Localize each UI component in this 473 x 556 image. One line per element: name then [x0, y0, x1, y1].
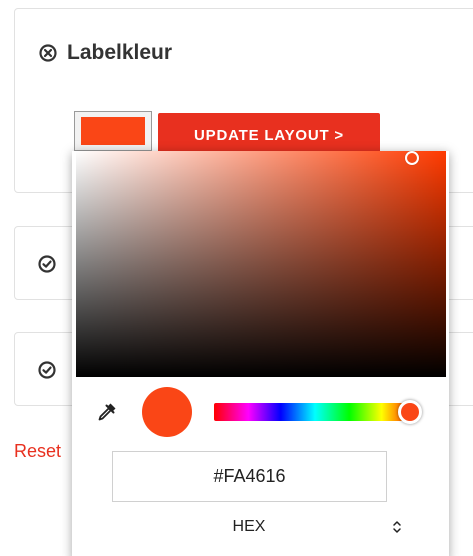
color-format-select[interactable]: HEX [112, 512, 402, 542]
hue-slider-handle[interactable] [397, 400, 422, 424]
color-swatch-button[interactable] [74, 111, 152, 151]
color-format-label: HEX [232, 518, 266, 535]
page: Labelkleur UPDATE LAYOUT > Reset #FA4616… [0, 0, 473, 556]
saturation-value-area[interactable] [76, 151, 446, 377]
hue-slider[interactable] [214, 403, 416, 421]
check-circle-icon [38, 361, 56, 379]
up-down-arrows-icon [393, 521, 401, 533]
x-circle-icon[interactable] [39, 44, 57, 62]
card-title: Labelkleur [39, 41, 172, 65]
eyedropper-icon[interactable] [96, 401, 118, 423]
saturation-value-handle[interactable] [405, 151, 419, 165]
reset-link[interactable]: Reset [14, 441, 61, 462]
color-preview [142, 387, 192, 437]
color-picker-popup: HEX [72, 151, 449, 556]
hex-input[interactable] [112, 451, 387, 502]
card-title-text: Labelkleur [67, 41, 173, 64]
color-swatch [81, 117, 145, 145]
check-circle-icon [38, 255, 56, 273]
